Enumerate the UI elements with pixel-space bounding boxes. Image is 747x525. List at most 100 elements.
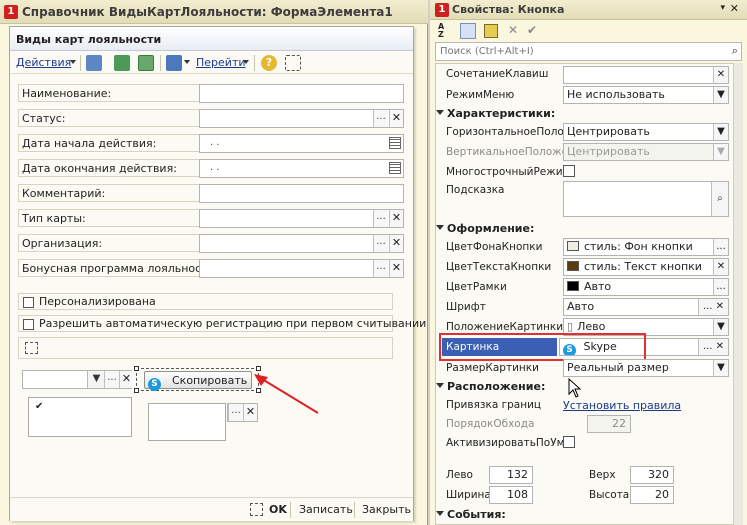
auto-register-checkbox[interactable] [23,319,34,330]
save-button[interactable]: Записать [299,503,353,516]
filter-icon[interactable] [484,24,498,38]
help-icon[interactable]: ? [261,55,277,71]
select-button[interactable]: ... [373,235,388,252]
mini-field-buttons[interactable]: ... ✕ [227,403,258,422]
small-select-field[interactable]: ▼ ... ✕ [22,370,133,389]
categories-icon[interactable] [460,23,476,39]
close-icon[interactable]: ✕ [389,110,403,127]
search-input[interactable] [436,43,721,60]
navigate-icon[interactable] [166,55,182,71]
empty-group[interactable] [18,337,393,359]
refresh-icon[interactable] [114,55,130,71]
text-area[interactable] [148,403,226,441]
horiz-value: Центрировать [567,125,650,138]
select-button[interactable]: ... [373,110,388,127]
close-button[interactable]: Закрыть [362,503,411,516]
calendar-icon[interactable] [389,162,401,174]
group-characteristics[interactable]: Характеристики: [436,107,555,120]
placeholder-icon[interactable] [285,55,301,71]
calendar-icon[interactable] [389,137,401,149]
select-button[interactable]: ... [373,210,388,227]
ok-button[interactable]: OK [269,503,287,516]
shortcut-label: СочетаниеКлавиш [446,68,549,80]
bonus-program-field[interactable]: ... ✕ [199,259,404,278]
search-icon[interactable]: ⌕ [711,182,728,216]
text-color-field[interactable]: стиль: Текст кнопки ✕ [563,258,729,276]
goto-menu[interactable]: Перейти [196,56,246,69]
chevron-down-icon[interactable]: ▼ [87,371,105,388]
group-design[interactable]: Оформление: [436,222,534,235]
chevron-down-icon[interactable] [184,60,190,64]
actions-menu[interactable]: Действия [16,56,71,69]
activate-checkbox[interactable] [563,436,575,448]
chevron-down-icon[interactable]: ▼ [713,360,728,376]
auto-register-row[interactable]: Разрешить автоматическую регистрацию при… [18,315,426,332]
collapse-icon [436,225,444,230]
start-date-field[interactable]: . . [199,134,404,153]
multiline-checkbox[interactable] [563,165,575,177]
multiline-label: МногострочныйРежим [446,166,571,178]
anchor-link[interactable]: Установить правила [563,399,681,412]
width-field[interactable]: 108 [489,486,533,504]
bg-color-field[interactable]: стиль: Фон кнопки ... [563,238,729,256]
personalized-row[interactable]: Персонализирована [18,293,393,310]
select-button[interactable]: ... [104,371,119,388]
vert-select: Центрировать ▼ [563,143,729,161]
organization-field[interactable]: ... ✕ [199,234,404,253]
hint-label: Подсказка [446,184,505,196]
close-icon[interactable]: ✕ [243,404,257,421]
copy-icon[interactable] [138,55,154,71]
search-icon[interactable]: ⌕ [732,44,738,58]
apply-icon[interactable]: ✔ [527,23,537,37]
top-field[interactable]: 320 [630,466,674,484]
picture-buttons[interactable]: ... ✕ [698,339,728,355]
chevron-down-icon[interactable]: ▼ [713,87,728,103]
close-icon[interactable]: ✕ [713,67,728,83]
end-date-field[interactable]: . . [199,159,404,178]
height-field[interactable]: 20 [630,486,674,504]
checkbox-list[interactable]: ✔ [28,397,132,437]
font-buttons[interactable]: ... ✕ [698,299,728,315]
close-icon[interactable]: ✕ [389,260,403,277]
status-field[interactable]: ... ✕ [199,109,404,128]
select-button[interactable]: ... [228,404,243,421]
border-color-field[interactable]: Авто ... [563,278,729,296]
close-icon[interactable]: ✕ [389,235,403,252]
picture-size-select[interactable]: Реальный размер ▼ [563,359,729,377]
menu-mode-select[interactable]: Не использовать ▼ [563,86,729,104]
save-icon[interactable] [86,55,102,71]
chevron-down-icon[interactable] [70,60,76,64]
personalized-checkbox[interactable] [23,297,34,308]
group-location[interactable]: Расположение: [436,380,545,393]
left-field[interactable]: 132 [489,466,533,484]
font-field[interactable]: Авто ... ✕ [563,298,729,316]
comment-field[interactable] [199,184,404,203]
horiz-select[interactable]: Центрировать ▼ [563,123,729,141]
search-field[interactable]: ⌕ [435,42,742,61]
close-icon[interactable]: ✕ [730,2,739,15]
chevron-down-icon[interactable]: ▼ [713,319,728,335]
name-field[interactable] [199,84,404,103]
hint-field[interactable]: ⌕ [563,181,729,217]
select-button[interactable]: ... [373,260,388,277]
group-characteristics-label: Характеристики: [447,107,556,120]
sort-icon[interactable]: AZ [438,23,454,39]
pin-icon[interactable]: ▾ [720,3,725,13]
close-icon[interactable]: ✕ [713,259,728,275]
select-button[interactable]: ... [713,279,728,295]
chevron-down-icon[interactable]: ▼ [713,124,728,140]
resize-handle[interactable] [134,388,139,393]
select-button[interactable]: ... [713,239,728,255]
clear-icon[interactable]: ✕ [508,23,518,37]
properties-scrollbar[interactable] [733,63,743,525]
group-events[interactable]: События: [436,508,506,521]
text-color-value: стиль: Текст кнопки [584,260,702,273]
label-organization: Организация: [18,234,201,252]
resize-handle[interactable] [134,366,139,371]
card-type-field[interactable]: ... ✕ [199,209,404,228]
close-icon[interactable]: ✕ [389,210,403,227]
chevron-down-icon[interactable] [243,60,249,64]
close-icon[interactable]: ✕ [119,371,133,388]
copy-button[interactable]: S Скопировать [144,371,252,391]
shortcut-field[interactable]: ✕ [563,66,729,84]
